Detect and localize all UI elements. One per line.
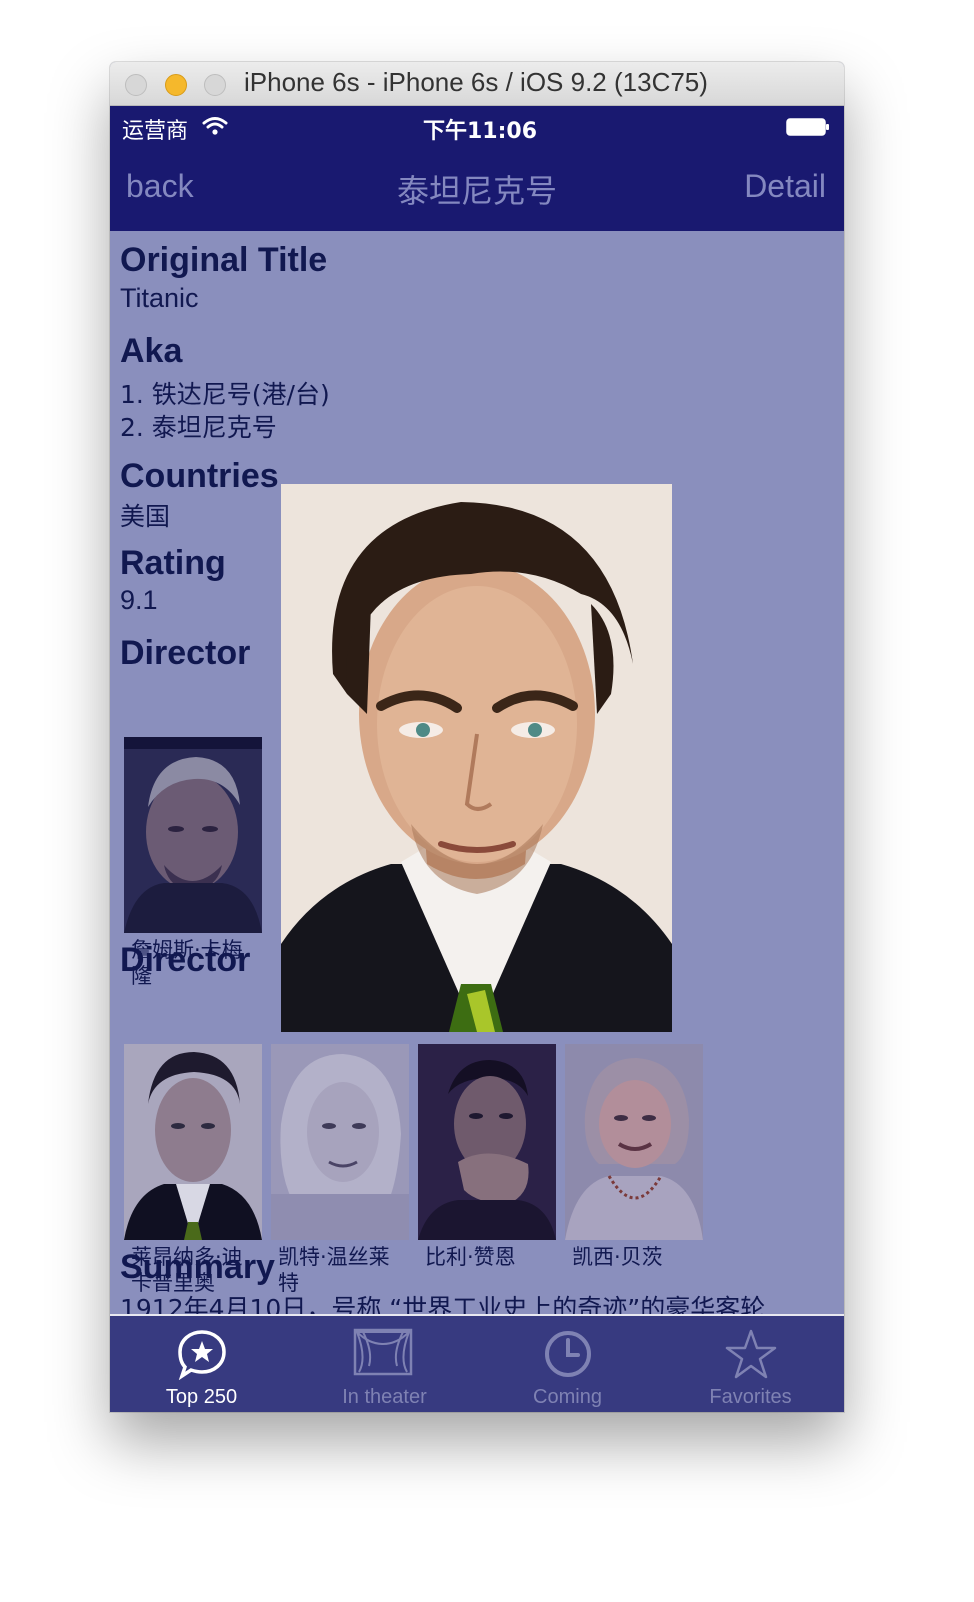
cast-card[interactable]: 凯西·贝茨 (565, 1044, 703, 1270)
director-heading: Director (120, 634, 251, 672)
tab-label: Coming (533, 1386, 602, 1408)
aka-heading: Aka (120, 332, 183, 370)
rating-heading: Rating (120, 544, 226, 582)
aka-item: 2. 泰坦尼克号 (120, 413, 277, 442)
director-photo (124, 737, 262, 933)
cast-card[interactable]: 比利·赞恩 (418, 1044, 556, 1270)
tab-label: In theater (342, 1386, 427, 1408)
countries-heading: Countries (120, 457, 279, 495)
cast-photo (124, 1044, 262, 1240)
cast-photo (565, 1044, 703, 1240)
summary-heading: Summary (120, 1248, 275, 1286)
original-title-heading: Original Title (120, 241, 328, 279)
tab-top-250[interactable]: Top 250 (110, 1316, 293, 1412)
simulator-window: iPhone 6s - iPhone 6s / iOS 9.2 (13C75) … (110, 62, 844, 1412)
countries-value: 美国 (120, 502, 171, 531)
clock-icon (545, 1331, 591, 1377)
window-titlebar: iPhone 6s - iPhone 6s / iOS 9.2 (13C75) (110, 62, 844, 106)
battery-icon (786, 118, 829, 136)
enlarged-actor-photo[interactable] (281, 484, 672, 1032)
summary-text: 1912年4月10日，号称 “世界工业史上的奇迹”的豪华客轮 (120, 1294, 766, 1314)
tab-favorites[interactable]: Favorites (659, 1316, 842, 1412)
status-bar: 运营商 下午11:06 (110, 106, 844, 146)
window-title: iPhone 6s - iPhone 6s / iOS 9.2 (13C75) (244, 67, 708, 97)
tab-bar: Top 250 In theater Coming Favorites (110, 1314, 844, 1412)
tab-in-theater[interactable]: In theater (293, 1316, 476, 1412)
star-bubble-icon (178, 1330, 226, 1380)
cast-photo (271, 1044, 409, 1240)
rating-value: 9.1 (120, 585, 158, 615)
tab-coming[interactable]: Coming (476, 1316, 659, 1412)
detail-button[interactable]: Detail (744, 168, 826, 205)
zoom-window-button[interactable] (204, 74, 226, 96)
movie-detail-content[interactable]: Original Title Titanic Aka 1. 铁达尼号(港/台) … (110, 231, 844, 1314)
cast-card[interactable]: 凯特·温丝莱 特 (271, 1044, 409, 1296)
cast-name: 比利·赞恩 (425, 1245, 516, 1269)
tab-label: Favorites (709, 1386, 792, 1408)
cast-photo (418, 1044, 556, 1240)
original-title-value: Titanic (120, 283, 199, 313)
minimize-window-button[interactable] (165, 74, 187, 96)
tab-label: Top 250 (165, 1386, 238, 1408)
theater-curtain-icon (353, 1328, 413, 1376)
navigation-bar: back 泰坦尼克号 Detail (110, 146, 844, 231)
nav-title: 泰坦尼克号 (396, 172, 557, 210)
aka-item: 1. 铁达尼号(港/台) (120, 380, 330, 409)
cast-heading: Director (120, 941, 251, 979)
close-window-button[interactable] (125, 74, 147, 96)
status-time: 下午11:06 (422, 119, 538, 144)
cast-name: 凯西·贝茨 (572, 1245, 663, 1269)
star-icon (725, 1329, 777, 1379)
